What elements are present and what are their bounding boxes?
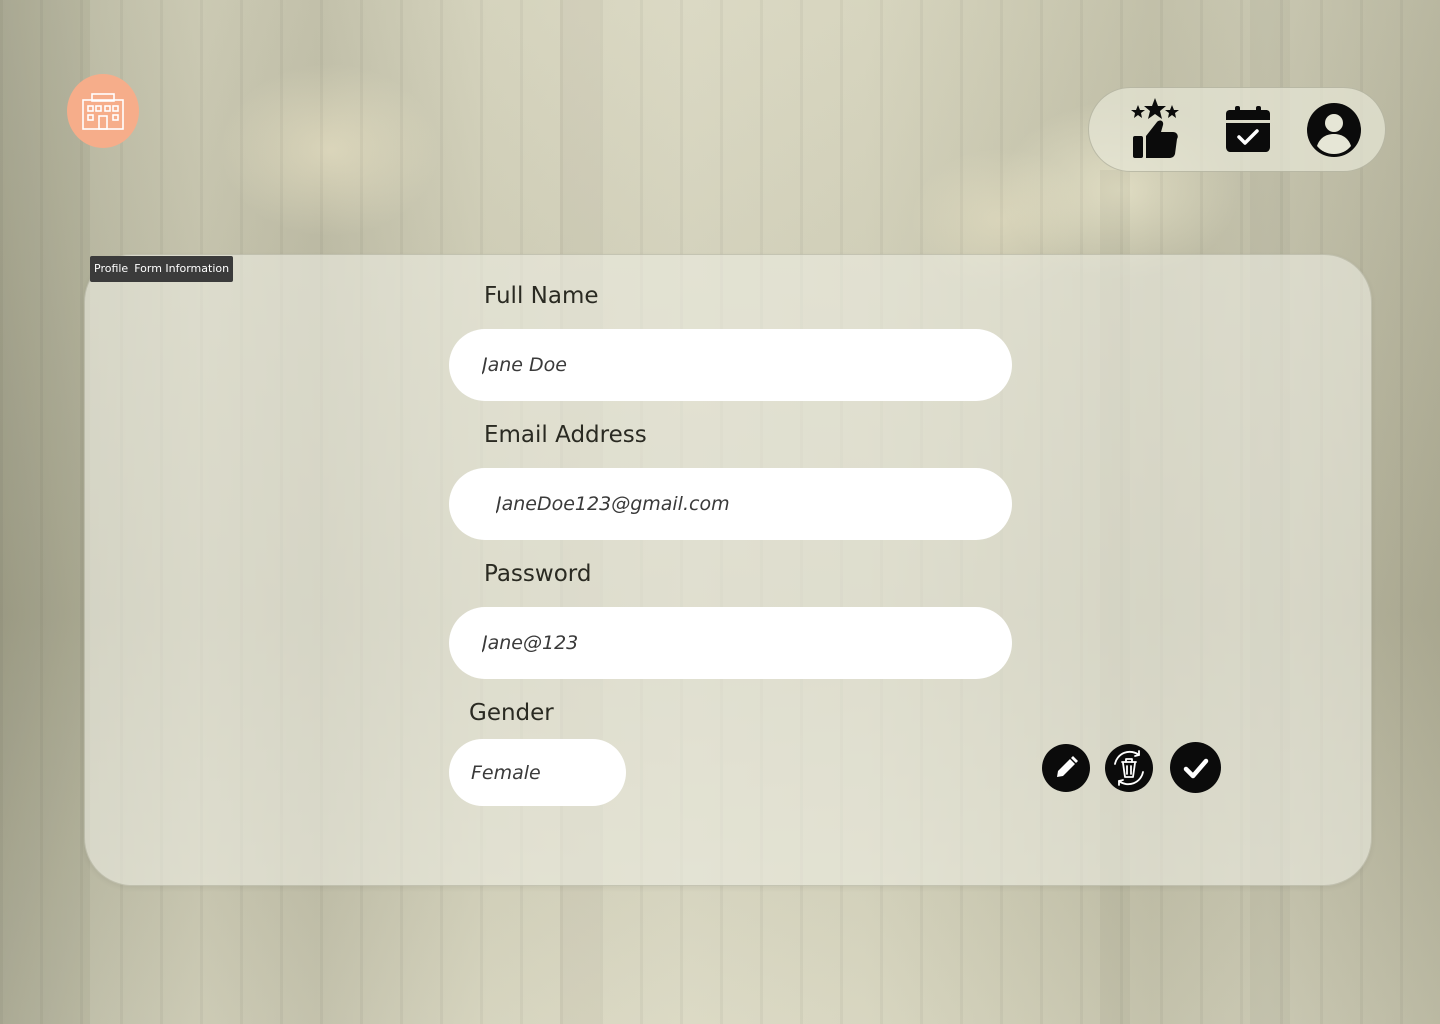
bg-building-left xyxy=(0,0,90,1024)
hotel-building-icon xyxy=(82,93,124,130)
email-label: Email Address xyxy=(484,422,647,448)
email-input[interactable] xyxy=(449,468,1012,540)
frame-tag: Profile Form Information xyxy=(90,256,234,282)
frame-tag-profile: Profile xyxy=(94,262,129,275)
profile-button[interactable] xyxy=(1305,101,1363,159)
delete-refresh-icon xyxy=(1114,750,1144,786)
pencil-edit-icon xyxy=(1057,756,1078,777)
full-name-input[interactable] xyxy=(449,329,1012,401)
password-label: Password xyxy=(484,561,592,587)
hotel-logo[interactable] xyxy=(67,74,139,148)
password-input[interactable] xyxy=(449,607,1012,679)
full-name-label: Full Name xyxy=(484,283,599,309)
user-profile-icon xyxy=(1307,103,1361,157)
save-confirm-button[interactable] xyxy=(1170,742,1221,793)
gender-input[interactable] xyxy=(449,739,626,806)
calendar-check-icon xyxy=(1226,106,1270,152)
edit-button[interactable] xyxy=(1042,744,1090,792)
reviews-thumbs-up-icon xyxy=(1131,98,1179,158)
frame-tag-form-information: Form Information xyxy=(134,262,230,275)
gender-label: Gender xyxy=(469,700,554,726)
delete-button[interactable] xyxy=(1105,744,1153,792)
reviews-button[interactable] xyxy=(1127,98,1183,160)
bookings-button[interactable] xyxy=(1223,103,1273,155)
top-nav-bar xyxy=(1088,87,1386,172)
check-icon xyxy=(1183,758,1208,778)
